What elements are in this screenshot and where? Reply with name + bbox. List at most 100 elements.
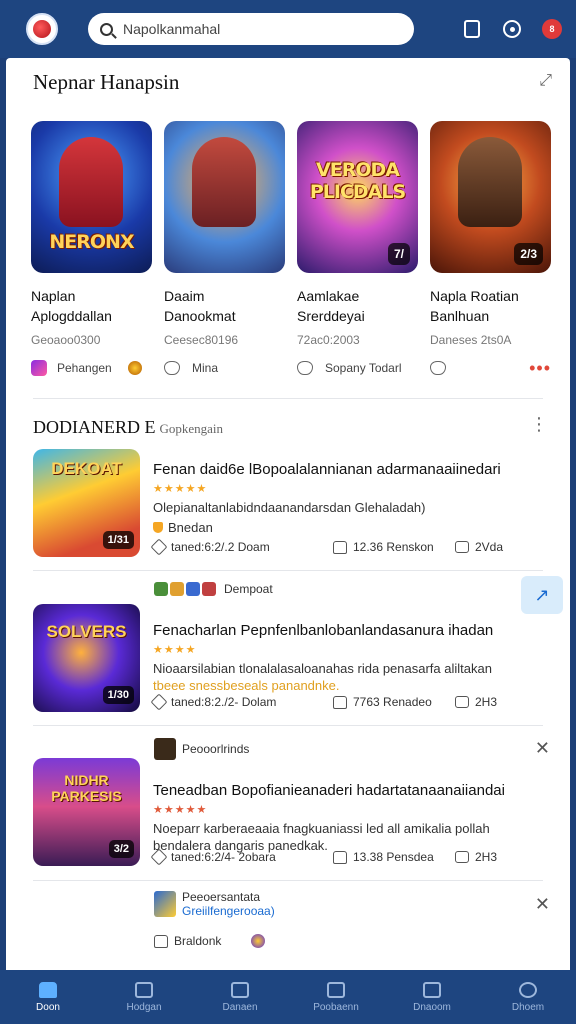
author-action-label: Braldonk bbox=[174, 934, 222, 948]
card-footer: Pehangen bbox=[31, 359, 152, 377]
close-icon[interactable]: ✕ bbox=[535, 738, 550, 759]
post-date: taned:6:2/.2 Doam bbox=[171, 540, 270, 554]
card-title-line2: Danookmat bbox=[164, 308, 236, 324]
post-date-action[interactable]: taned:6:2/4- 2obara bbox=[150, 848, 333, 866]
post-description-more: tbeee snessbeseals panandnke. bbox=[153, 678, 340, 693]
card-title: Aamlakae Srerddeyai bbox=[297, 286, 418, 326]
post-badge: 1/30 bbox=[102, 686, 134, 704]
author-row[interactable]: Peeoersantata Greiilfengerooaa) bbox=[154, 890, 275, 918]
top-bar: 8 bbox=[0, 0, 576, 58]
card-title-line2: Banlhuan bbox=[430, 308, 490, 324]
header-actions: 8 bbox=[462, 19, 562, 39]
hero-figure bbox=[192, 137, 256, 227]
game-thumbnail[interactable]: NERONX bbox=[31, 121, 152, 273]
card-meta: 72ac0:2003 bbox=[297, 333, 360, 347]
nav-label: Dnaoom bbox=[413, 1001, 451, 1013]
like-button[interactable]: 7763 Renadeo bbox=[333, 695, 455, 709]
author-action-row[interactable]: Braldonk bbox=[154, 934, 266, 948]
rating-stars: ★★★★★ bbox=[153, 804, 208, 816]
comment-button[interactable]: 2Vda bbox=[455, 540, 503, 554]
feed-post[interactable]: NIDHR PARKESIS 3/2 Teneadban Bopofianiea… bbox=[33, 758, 543, 878]
search-bar[interactable] bbox=[88, 13, 414, 45]
library-icon bbox=[327, 981, 345, 998]
post-title[interactable]: Teneadban Bopofianieanaderi hadartatanaa… bbox=[153, 782, 543, 799]
nav-discover[interactable]: Hodgan bbox=[96, 970, 192, 1024]
post-title[interactable]: Fenan daid6e lBopoalalannianan adarmanaa… bbox=[153, 461, 543, 478]
notifications-button[interactable]: 8 bbox=[542, 19, 562, 39]
featured-cards: NERONX Naplan Aplogddallan Geoaoo0300 Peh… bbox=[31, 121, 551, 379]
nav-profile[interactable]: Dhoem bbox=[480, 970, 576, 1024]
featured-title: Nepnar Hanapsin bbox=[33, 70, 180, 94]
nav-rooms[interactable]: Dnaoom bbox=[384, 970, 480, 1024]
author-avatar bbox=[170, 582, 184, 596]
kebab-menu-icon[interactable]: ⋮ bbox=[530, 414, 548, 435]
game-card[interactable]: VERODA PLICDALS 7/ Aamlakae Srerddeyai 72… bbox=[297, 121, 418, 377]
game-card[interactable]: Daaim Danookmat Ceesec80196 Mina bbox=[164, 121, 285, 377]
thumbs-up-icon bbox=[333, 695, 347, 709]
search-input[interactable] bbox=[123, 21, 393, 37]
post-art-title: NIDHR PARKESIS bbox=[51, 772, 122, 804]
post-actions: taned:6:2/4- 2obara 13.38 Pensdea 2H3 bbox=[150, 848, 543, 866]
nav-store[interactable]: Danaen bbox=[192, 970, 288, 1024]
chat-icon bbox=[503, 20, 521, 38]
card-footer-label: Sopany Todarl bbox=[325, 361, 402, 375]
messages-button[interactable] bbox=[502, 19, 522, 39]
nav-home[interactable]: Doon bbox=[0, 970, 96, 1024]
thumbs-up-icon bbox=[333, 540, 347, 554]
grid-icon bbox=[423, 981, 441, 998]
post-source[interactable]: Peooorlrinds bbox=[154, 738, 249, 760]
game-thumbnail[interactable]: VERODA PLICDALS 7/ bbox=[297, 121, 418, 273]
thumbs-up-icon bbox=[333, 850, 347, 864]
expand-icon[interactable]: ⤢ bbox=[539, 72, 552, 90]
game-card[interactable]: NERONX Naplan Aplogddallan Geoaoo0300 Peh… bbox=[31, 121, 152, 377]
author-avatar bbox=[186, 582, 200, 596]
store-icon bbox=[231, 981, 249, 998]
post-date-action[interactable]: taned:6:2/.2 Doam bbox=[150, 538, 333, 556]
post-date: taned:6:2/4- 2obara bbox=[171, 850, 276, 864]
post-thumbnail[interactable]: SOLVERS 1/30 bbox=[33, 604, 140, 712]
comment-count: 2H3 bbox=[475, 850, 498, 864]
author-handle[interactable]: Greiilfengerooaa) bbox=[182, 904, 275, 918]
close-icon[interactable]: ✕ bbox=[535, 894, 550, 915]
nav-library[interactable]: Poobaenn bbox=[288, 970, 384, 1024]
post-thumbnail[interactable]: NIDHR PARKESIS 3/2 bbox=[33, 758, 140, 866]
comment-button[interactable]: 2H3 bbox=[455, 850, 497, 864]
post-badge: 3/2 bbox=[108, 840, 134, 858]
comment-count: 2Vda bbox=[475, 540, 504, 554]
profile-icon bbox=[519, 981, 537, 998]
post-body: Teneadban Bopofianieanaderi hadartatanaa… bbox=[153, 782, 543, 854]
card-title: Daaim Danookmat bbox=[164, 286, 285, 326]
comment-button[interactable]: 2H3 bbox=[455, 695, 497, 709]
bottom-navigation: Doon Hodgan Danaen Poobaenn Dnaoom Dhoem bbox=[0, 970, 576, 1024]
feed-post[interactable]: SOLVERS 1/30 Fenacharlan Pepnfenlbanloba… bbox=[33, 604, 543, 724]
post-date-action[interactable]: taned:8:2./2- Dolam bbox=[150, 693, 333, 711]
hero-figure bbox=[59, 137, 123, 227]
post-thumbnail[interactable]: DEKOAT 1/31 bbox=[33, 449, 140, 557]
thumbs-up-icon bbox=[154, 934, 168, 948]
like-button[interactable]: 12.36 Renskon bbox=[333, 540, 455, 554]
game-thumbnail[interactable] bbox=[164, 121, 285, 273]
card-title: Naplan Aplogddallan bbox=[31, 286, 152, 326]
post-title[interactable]: Fenacharlan Pepnfenlbanlobanlandasanura … bbox=[153, 622, 543, 639]
post-tag-label: Bnedan bbox=[168, 520, 213, 535]
game-card[interactable]: 2/3 Napla Roatian Banlhuan Daneses 2ts0A … bbox=[430, 121, 551, 379]
bookmark-button[interactable] bbox=[462, 19, 482, 39]
more-options-icon[interactable]: ••• bbox=[529, 358, 551, 379]
post-actions: taned:6:2/.2 Doam 12.36 Renskon 2Vda bbox=[150, 538, 543, 556]
post-badge: 1/31 bbox=[102, 531, 134, 549]
card-title-line2: Aplogddallan bbox=[31, 308, 112, 324]
feed-post[interactable]: DEKOAT 1/31 Fenan daid6e lBopoalalannian… bbox=[33, 449, 543, 569]
like-button[interactable]: 13.38 Pensdea bbox=[333, 850, 455, 864]
post-authors[interactable]: Dempoat bbox=[154, 582, 273, 596]
heart-icon[interactable] bbox=[164, 361, 180, 375]
heart-icon[interactable] bbox=[297, 361, 313, 375]
game-logo-text: NERONX bbox=[49, 231, 134, 253]
app-logo[interactable] bbox=[26, 13, 58, 45]
card-meta: Geoaoo0300 bbox=[31, 333, 101, 347]
heart-icon[interactable] bbox=[430, 361, 446, 375]
post-tag: Bnedan bbox=[153, 520, 543, 535]
game-thumbnail[interactable]: 2/3 bbox=[430, 121, 551, 273]
post-divider bbox=[33, 725, 543, 726]
like-count: 12.36 Renskon bbox=[353, 540, 434, 554]
logo-mark-icon bbox=[33, 20, 51, 38]
